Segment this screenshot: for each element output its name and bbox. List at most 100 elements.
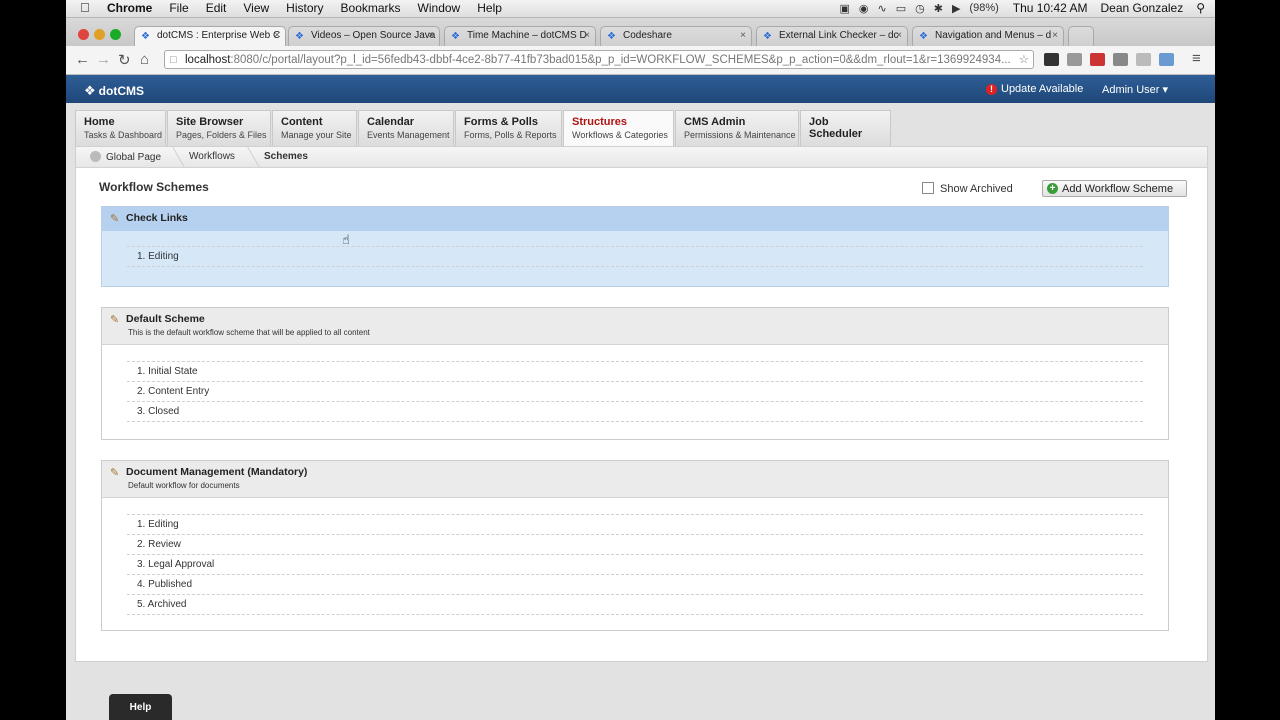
extension-icon[interactable]	[1136, 53, 1151, 66]
scheme-name[interactable]: Check Links	[126, 212, 188, 224]
menubar-user[interactable]: Dean Gonzalez	[1100, 1, 1183, 15]
add-workflow-scheme-button[interactable]: + Add Workflow Scheme	[1042, 180, 1187, 197]
tab-close-icon[interactable]: ×	[274, 30, 280, 41]
nav-tab-job-scheduler[interactable]: Job Scheduler	[800, 110, 891, 146]
scheme-header[interactable]: ✎ Default Scheme This is the default wor…	[102, 308, 1168, 345]
nav-tab-calendar[interactable]: Calendar Events Management	[358, 110, 454, 146]
sync-icon[interactable]: ◉	[859, 2, 869, 15]
bluetooth-icon[interactable]: ✱	[934, 2, 943, 15]
breadcrumb-global-page[interactable]: Global Page	[90, 151, 161, 163]
camera-icon[interactable]: ▣	[839, 2, 849, 15]
spotlight-icon[interactable]: ⚲	[1196, 1, 1205, 15]
clock-icon[interactable]: ◷	[915, 2, 925, 15]
scheme-header[interactable]: ✎ Check Links	[102, 207, 1168, 231]
step-item[interactable]: 3. Legal Approval	[127, 554, 1143, 574]
home-icon[interactable]: ⌂	[140, 51, 149, 68]
scheme-steps: 1. Editing 2. Review 3. Legal Approval 4…	[127, 514, 1143, 615]
bookmark-star-icon[interactable]: ☆	[1019, 51, 1029, 68]
workflow-scheme-card[interactable]: ✎ Default Scheme This is the default wor…	[101, 307, 1169, 440]
tab-close-icon[interactable]: ×	[896, 30, 902, 41]
tab-close-icon[interactable]: ×	[584, 30, 590, 41]
menu-app[interactable]: Chrome	[107, 1, 152, 15]
step-item[interactable]: 5. Archived	[127, 594, 1143, 615]
apple-icon[interactable]: 	[80, 0, 90, 15]
browser-tab[interactable]: ❖ Time Machine – dotCMS D ×	[444, 26, 596, 46]
tab-title: Videos – Open Source Java	[311, 30, 436, 41]
step-item[interactable]: 4. Published	[127, 574, 1143, 594]
nav-title: Forms & Polls	[464, 116, 538, 128]
browser-tab[interactable]: ❖ Codeshare ×	[600, 26, 752, 46]
step-item[interactable]: 2. Review	[127, 534, 1143, 554]
step-item[interactable]: 2. Content Entry	[127, 381, 1143, 401]
zoom-window-button[interactable]	[110, 29, 121, 40]
update-available-link[interactable]: ! Update Available	[986, 83, 1083, 95]
pencil-icon[interactable]: ✎	[110, 212, 119, 225]
new-tab-button[interactable]	[1068, 26, 1094, 46]
nav-tab-forms-polls[interactable]: Forms & Polls Forms, Polls & Reports	[455, 110, 562, 146]
back-icon[interactable]: ←	[75, 51, 90, 68]
nav-tab-home[interactable]: Home Tasks & Dashboard	[75, 110, 166, 146]
menubar-clock[interactable]: Thu 10:42 AM	[1013, 1, 1088, 15]
hand-cursor-icon: ☝	[342, 232, 350, 247]
minimize-window-button[interactable]	[94, 29, 105, 40]
battery-indicator[interactable]: (98%)	[969, 2, 998, 15]
breadcrumb-workflows[interactable]: Workflows	[189, 151, 235, 162]
pencil-icon[interactable]: ✎	[110, 466, 119, 479]
tab-close-icon[interactable]: ×	[1052, 30, 1058, 41]
extension-icon[interactable]	[1067, 53, 1082, 66]
menu-edit[interactable]: Edit	[206, 1, 227, 15]
step-item[interactable]: 1. Editing	[127, 246, 1143, 267]
step-item[interactable]: 3. Closed	[127, 401, 1143, 422]
amazon-extension-icon[interactable]	[1044, 53, 1059, 66]
extension-icon[interactable]	[1159, 53, 1174, 66]
dotcms-favicon-icon: ❖	[919, 31, 928, 42]
tab-close-icon[interactable]: ×	[740, 30, 746, 41]
extension-icon[interactable]	[1113, 53, 1128, 66]
scheme-name[interactable]: Default Scheme	[126, 313, 205, 325]
address-bar[interactable]: □ localhost:8080/c/portal/layout?p_l_id=…	[164, 50, 1034, 69]
dotcms-logo[interactable]: ❖ dotCMS	[84, 83, 144, 99]
menu-icon[interactable]: ≡	[1192, 50, 1201, 67]
close-window-button[interactable]	[78, 29, 89, 40]
nav-title: Content	[281, 116, 323, 128]
menu-bookmarks[interactable]: Bookmarks	[341, 1, 401, 15]
scheme-header[interactable]: ✎ Document Management (Mandatory) Defaul…	[102, 461, 1168, 498]
browser-tab[interactable]: ❖ External Link Checker – dc ×	[756, 26, 908, 46]
display-icon[interactable]: ▭	[896, 2, 906, 15]
alert-icon: !	[986, 84, 997, 95]
browser-tabstrip: ❖ dotCMS : Enterprise Web C × ❖ Videos –…	[66, 18, 1215, 47]
browser-tab[interactable]: ❖ dotCMS : Enterprise Web C ×	[134, 26, 286, 47]
menu-file[interactable]: File	[169, 1, 188, 15]
scheme-name[interactable]: Document Management (Mandatory)	[126, 466, 307, 478]
page-icon: □	[170, 54, 177, 66]
forward-icon[interactable]: →	[96, 51, 111, 68]
workflow-scheme-card[interactable]: ✎ Document Management (Mandatory) Defaul…	[101, 460, 1169, 631]
browser-tab[interactable]: ❖ Navigation and Menus – d ×	[912, 26, 1064, 46]
help-button[interactable]: Help	[109, 694, 172, 720]
pencil-icon[interactable]: ✎	[110, 313, 119, 326]
admin-user-menu[interactable]: Admin User ▾	[1102, 83, 1168, 96]
menu-help[interactable]: Help	[477, 1, 502, 15]
menu-view[interactable]: View	[243, 1, 269, 15]
browser-tab[interactable]: ❖ Videos – Open Source Java ×	[288, 26, 440, 46]
volume-icon[interactable]: ▶	[952, 2, 960, 15]
nav-tab-structures[interactable]: Structures Workflows & Categories	[563, 110, 674, 146]
nav-tab-cms-admin[interactable]: CMS Admin Permissions & Maintenance	[675, 110, 799, 146]
workflow-scheme-card[interactable]: ✎ Check Links 1. Editing	[101, 206, 1169, 287]
nav-tab-site-browser[interactable]: Site Browser Pages, Folders & Files	[167, 110, 271, 146]
show-archived-toggle[interactable]: Show Archived	[922, 182, 1013, 195]
show-archived-checkbox[interactable]	[922, 182, 934, 194]
step-item[interactable]: 1. Initial State	[127, 361, 1143, 381]
tab-close-icon[interactable]: ×	[428, 30, 434, 41]
reload-icon[interactable]: ↻	[118, 51, 131, 69]
breadcrumb-separator	[162, 147, 185, 167]
extension-icon[interactable]	[1090, 53, 1105, 66]
dotcms-favicon-icon: ❖	[607, 31, 616, 42]
wifi-icon[interactable]: ∿	[878, 2, 887, 15]
menubar-status: ▣ ◉ ∿ ▭ ◷ ✱ ▶ (98%) Thu 10:42 AM Dean Go…	[839, 1, 1205, 15]
menu-history[interactable]: History	[286, 1, 323, 15]
nav-tab-content[interactable]: Content Manage your Site	[272, 110, 357, 146]
nav-subtitle: Forms, Polls & Reports	[464, 130, 557, 140]
menu-window[interactable]: Window	[418, 1, 461, 15]
step-item[interactable]: 1. Editing	[127, 514, 1143, 534]
